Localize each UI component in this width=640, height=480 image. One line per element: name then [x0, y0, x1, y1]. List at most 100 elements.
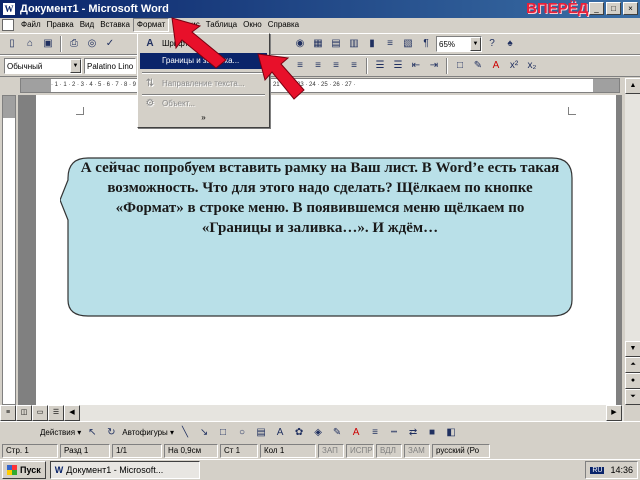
autoshapes-menu[interactable]: Автофигуры ▾ — [122, 428, 174, 437]
menu-window[interactable]: Окно — [240, 19, 265, 31]
columns-icon[interactable]: ▮ — [364, 36, 380, 52]
font-value: Palatino Lino — [87, 61, 134, 71]
actions-menu[interactable]: Действия ▾ — [40, 428, 81, 437]
tables-borders-icon[interactable]: ▦ — [310, 36, 326, 52]
font-color-icon[interactable]: A — [488, 58, 504, 74]
numbering-icon[interactable]: ☰ — [372, 58, 388, 74]
status-ext[interactable]: ВДЛ — [376, 444, 402, 458]
increase-indent-icon[interactable]: ⇥ — [426, 58, 442, 74]
menu-help[interactable]: Справка — [265, 19, 302, 31]
superscript-icon[interactable]: x² — [506, 58, 522, 74]
menu-insert[interactable]: Вставка — [97, 19, 133, 31]
menu-edit[interactable]: Правка — [44, 19, 77, 31]
print-icon[interactable]: ⎙ — [66, 36, 82, 52]
previous-page-icon[interactable]: ⏶ — [625, 357, 640, 373]
menu-expand-icon[interactable]: » — [140, 112, 267, 124]
taskbar-word-task[interactable]: W Документ1 - Microsoft... — [49, 461, 200, 479]
oval-icon[interactable]: ○ — [234, 425, 250, 441]
menu-bar: Файл Правка Вид Вставка Формат Сервис Та… — [0, 18, 640, 32]
word-app-icon[interactable]: W — [2, 2, 16, 16]
status-ovr[interactable]: ЗАМ — [404, 444, 430, 458]
shadow-icon[interactable]: ■ — [424, 425, 440, 441]
status-language[interactable]: русский (Ро — [432, 444, 490, 458]
zoom-combo[interactable]: 65% ▼ — [436, 36, 482, 52]
scroll-right-icon[interactable]: ▶ — [606, 405, 622, 421]
web-view-icon[interactable]: ◫ — [16, 405, 32, 421]
menu-view[interactable]: Вид — [77, 19, 97, 31]
document-map-icon[interactable]: ▧ — [400, 36, 416, 52]
status-rec[interactable]: ЗАП — [318, 444, 344, 458]
arrow-icon[interactable]: ↘ — [196, 425, 212, 441]
next-page-icon[interactable]: ⏷ — [625, 389, 640, 405]
status-column: Кол 1 — [260, 444, 316, 458]
show-hide-icon[interactable]: ¶ — [418, 36, 434, 52]
clipart-icon[interactable]: ✿ — [291, 425, 307, 441]
page-view-icon[interactable]: ▭ — [32, 405, 48, 421]
arrow-style-icon[interactable]: ⇄ — [405, 425, 421, 441]
toolbar-separator — [446, 58, 448, 74]
scroll-left-icon[interactable]: ◀ — [64, 405, 80, 421]
line-icon[interactable]: ╲ — [177, 425, 193, 441]
spelling-icon[interactable]: ✓ — [102, 36, 118, 52]
decrease-indent-icon[interactable]: ⇤ — [408, 58, 424, 74]
open-folder-icon[interactable]: ⌂ — [22, 36, 38, 52]
text-box-icon[interactable]: ▤ — [253, 425, 269, 441]
normal-view-icon[interactable]: ≡ — [0, 405, 16, 421]
wordart-icon[interactable]: A — [272, 425, 288, 441]
font-combo[interactable]: Palatino Lino — [84, 58, 136, 74]
minimize-button[interactable]: _ — [589, 2, 604, 15]
close-button[interactable]: × — [623, 2, 638, 15]
fill-color-icon[interactable]: ◈ — [310, 425, 326, 441]
horizontal-ruler[interactable]: · 1 · 1 · 2 · 3 · 4 · 5 · 6 · 7 · 8 · 9 … — [20, 78, 620, 93]
vertical-ruler[interactable] — [2, 95, 16, 405]
zoom-value: 65% — [439, 39, 456, 49]
insert-excel-icon[interactable]: ▥ — [346, 36, 362, 52]
align-center-icon[interactable]: ≡ — [310, 58, 326, 74]
scroll-up-icon[interactable]: ▲ — [625, 78, 640, 94]
justify-icon[interactable]: ≡ — [346, 58, 362, 74]
free-rotate-icon[interactable]: ↻ — [103, 425, 119, 441]
menu-item-direction-label: Направление текста... — [162, 79, 245, 88]
start-button[interactable]: Пуск — [2, 461, 46, 479]
line-style-icon[interactable]: ≡ — [367, 425, 383, 441]
red-arrow-borders-icon — [257, 53, 305, 100]
language-indicator[interactable]: RU — [590, 466, 605, 474]
highlight-icon[interactable]: ✎ — [470, 58, 486, 74]
bullets-icon[interactable]: ☰ — [390, 58, 406, 74]
status-line: Ст 1 — [220, 444, 258, 458]
style-combo[interactable]: Обычный ▼ — [4, 58, 82, 74]
document-icon[interactable] — [2, 19, 14, 31]
select-browse-object-icon[interactable]: ● — [625, 373, 640, 389]
line-color-icon[interactable]: ✎ — [329, 425, 345, 441]
help-icon[interactable]: ? — [484, 36, 500, 52]
print-preview-icon[interactable]: ◎ — [84, 36, 100, 52]
drawing-icon[interactable]: ≡ — [382, 36, 398, 52]
clock: 14:36 — [610, 465, 633, 475]
maximize-button[interactable]: □ — [606, 2, 621, 15]
border-icon[interactable]: □ — [452, 58, 468, 74]
chevron-down-icon[interactable]: ▼ — [470, 37, 481, 51]
margin-mark — [568, 107, 576, 115]
select-objects-icon[interactable]: ↖ — [84, 425, 100, 441]
outline-view-icon[interactable]: ☰ — [48, 405, 64, 421]
menu-item-text-direction: ⇅ Направление текста... — [140, 76, 267, 92]
save-icon[interactable]: ▣ — [40, 36, 56, 52]
horizontal-scrollbar[interactable]: ≡ ◫ ▭ ☰ ◀ ▶ — [0, 405, 624, 421]
font-color-icon[interactable]: A — [348, 425, 364, 441]
scroll-down-icon[interactable]: ▼ — [625, 341, 640, 357]
formatting-toolbar: Обычный ▼ Palatino Lino ≡ ≡ ≡ ≡ ☰ ☰ ⇤ ⇥ … — [0, 55, 640, 77]
vertical-scrollbar[interactable]: ▲ ▼ ⏶ ● ⏷ — [624, 78, 640, 405]
new-document-icon[interactable]: ▯ — [4, 36, 20, 52]
toolbar-separator — [366, 58, 368, 74]
dash-style-icon[interactable]: ┅ — [386, 425, 402, 441]
rectangle-icon[interactable]: □ — [215, 425, 231, 441]
insert-table-icon[interactable]: ▤ — [328, 36, 344, 52]
subscript-icon[interactable]: x₂ — [524, 58, 540, 74]
find-icon[interactable]: ♠ — [502, 36, 518, 52]
menu-file[interactable]: Файл — [18, 19, 44, 31]
chevron-down-icon[interactable]: ▼ — [70, 59, 81, 73]
status-trk[interactable]: ИСПР — [346, 444, 374, 458]
align-right-icon[interactable]: ≡ — [328, 58, 344, 74]
drawing-toolbar: Действия ▾ ↖ ↻ Автофигуры ▾ ╲ ↘ □ ○ ▤ A … — [0, 421, 640, 443]
3d-icon[interactable]: ◧ — [443, 425, 459, 441]
